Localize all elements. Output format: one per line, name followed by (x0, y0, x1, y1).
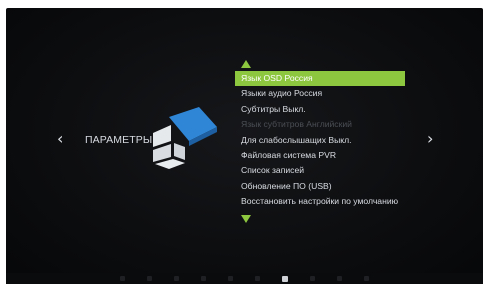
menu-item-audio-language[interactable]: Языки аудио Россия (235, 86, 405, 101)
menu-item-hearing-impaired[interactable]: Для слабослышащих Выкл. (235, 133, 405, 148)
menu-item-software-update[interactable]: Обновление ПО (USB) (235, 179, 405, 194)
logo-white-tile-base (155, 159, 185, 169)
category-icon-1[interactable] (120, 276, 125, 281)
logo-white-tile-mid (153, 144, 171, 162)
menu-item-recordings-list[interactable]: Список записей (235, 163, 405, 178)
logo-blue-tile (169, 107, 217, 141)
settings-category-icon[interactable] (282, 275, 288, 282)
category-icon-2[interactable] (147, 276, 152, 281)
category-icon-10[interactable] (364, 276, 369, 281)
menu-item-factory-reset[interactable]: Восстановить настройки по умолчанию (235, 194, 405, 209)
category-icon-8[interactable] (310, 276, 315, 281)
menu-item-pvr-filesystem[interactable]: Файловая система PVR (235, 148, 405, 163)
settings-cube-icon (153, 107, 217, 169)
screen: ‹ ПАРАМЕТРЫ Язык OSD Россия Языки аудио … (0, 0, 488, 293)
section-title: ПАРАМЕТРЫ (85, 134, 153, 146)
menu-item-osd-language[interactable]: Язык OSD Россия (235, 71, 405, 87)
category-icon-5[interactable] (228, 276, 233, 281)
category-icon-9[interactable] (337, 276, 342, 281)
menu-item-subtitle-language[interactable]: Язык субтитров Английский (235, 117, 405, 132)
category-icon-3[interactable] (174, 276, 179, 281)
scroll-up-arrow-icon[interactable] (241, 60, 251, 68)
logo-white-tile-top (153, 125, 171, 147)
bottom-category-bar (6, 273, 483, 284)
category-icon-6[interactable] (255, 276, 260, 281)
scroll-down-arrow-icon[interactable] (241, 214, 251, 223)
logo-white-tile-right (174, 143, 185, 160)
menu-item-subtitles[interactable]: Субтитры Выкл. (235, 102, 405, 117)
category-icon-4[interactable] (201, 276, 206, 281)
settings-menu: Язык OSD Россия Языки аудио Россия Субти… (235, 60, 405, 223)
next-page-arrow-icon[interactable]: › (427, 131, 433, 147)
previous-page-arrow-icon[interactable]: ‹ (57, 131, 63, 147)
